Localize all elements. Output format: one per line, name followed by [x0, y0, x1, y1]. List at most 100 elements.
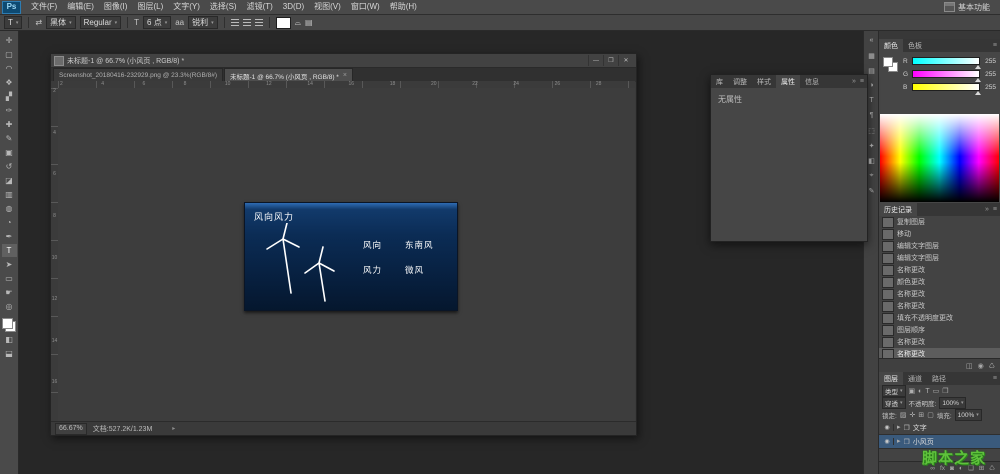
tab-adjustments[interactable]: 调整 [728, 75, 752, 88]
navigator-panel-icon[interactable]: ▦ [866, 50, 878, 61]
zoom-tool[interactable]: ◎ [2, 300, 17, 313]
new-document-from-state-icon[interactable]: ◫ [966, 362, 973, 370]
history-brush-tool[interactable]: ↺ [2, 160, 17, 173]
history-step[interactable]: 名称更改 [879, 288, 1000, 300]
red-slider[interactable] [912, 57, 981, 69]
document-tab-untitled[interactable]: 未标题-1 @ 66.7% (小风页 , RGB/8) * × [224, 68, 353, 82]
tab-paths[interactable]: 路径 [927, 372, 951, 385]
group-caret-icon[interactable]: ▸ [897, 438, 901, 445]
color-spectrum-picker[interactable] [880, 114, 999, 202]
gradient-tool[interactable]: ▥ [2, 188, 17, 201]
warp-text-icon[interactable]: ⌓ [295, 18, 301, 28]
history-step[interactable]: 名称更改 [879, 336, 1000, 348]
type-tool[interactable]: T [1, 244, 17, 257]
history-step[interactable]: 编辑文字图层 [879, 240, 1000, 252]
shape-tool[interactable]: ▭ [2, 272, 17, 285]
slider-thumb[interactable] [975, 78, 981, 82]
brush-tool[interactable]: ✎ [2, 132, 17, 145]
eyedropper-tool[interactable]: ✑ [2, 104, 17, 117]
quick-mask-button[interactable]: ◧ [2, 333, 17, 346]
slider-thumb[interactable] [975, 65, 981, 69]
healing-brush-tool[interactable]: ✚ [2, 118, 17, 131]
menu-file[interactable]: 文件(F) [26, 0, 62, 14]
tool-preset-picker[interactable]: T ▾ [4, 16, 23, 29]
tab-swatches[interactable]: 色板 [903, 39, 927, 52]
tab-layers[interactable]: 图层 [879, 372, 903, 385]
collapse-panel-icon[interactable]: » [852, 78, 856, 85]
expand-dock-icon[interactable]: « [866, 35, 878, 46]
text-orientation-icon[interactable]: ⇄ [35, 18, 42, 27]
restore-button[interactable]: ❐ [603, 55, 618, 66]
tab-channels[interactable]: 通道 [903, 372, 927, 385]
blue-slider[interactable] [912, 83, 981, 95]
weather-card[interactable]: 风向风力 风向 东南风 风力 微风 [244, 202, 458, 311]
fill-select[interactable]: 100% ▾ [954, 409, 982, 421]
quick-selection-tool[interactable]: ❖ [2, 76, 17, 89]
eraser-tool[interactable]: ◪ [2, 174, 17, 187]
font-size-select[interactable]: 6 点 ▾ [143, 16, 172, 29]
history-step[interactable]: 移动 [879, 228, 1000, 240]
tab-color[interactable]: 颜色 [879, 39, 903, 52]
collapse-panel-icon[interactable]: » [985, 206, 989, 213]
layer-name[interactable]: 文字 [913, 423, 927, 433]
toggle-panels-icon[interactable]: ▤ [305, 18, 313, 27]
new-snapshot-icon[interactable]: ◉ [978, 362, 984, 370]
clone-stamp-tool[interactable]: ▣ [2, 146, 17, 159]
text-color-swatch[interactable] [275, 16, 291, 29]
font-style-select[interactable]: Regular ▾ [79, 16, 122, 29]
history-step[interactable]: 名称更改 [879, 264, 1000, 276]
filter-shape-layers-icon[interactable]: ▭ [933, 388, 940, 395]
green-value[interactable]: 255 [983, 71, 996, 78]
layer-row-text-group[interactable]: ◉ ▸ ❐ 文字 [879, 421, 1000, 435]
hand-tool[interactable]: ☛ [2, 286, 17, 299]
layer-filter-select[interactable]: 类型 ▾ [882, 385, 906, 397]
menu-filter[interactable]: 滤镜(T) [242, 0, 278, 14]
close-button[interactable]: ✕ [618, 55, 633, 66]
tab-close-icon[interactable]: × [343, 72, 347, 79]
visibility-eye-icon[interactable]: ◉ [881, 424, 894, 431]
green-slider[interactable] [912, 70, 981, 82]
panel-menu-icon[interactable]: ≡ [993, 206, 997, 213]
menu-layer[interactable]: 图层(L) [132, 0, 168, 14]
foreground-color-swatch[interactable] [883, 57, 893, 67]
menu-view[interactable]: 视图(V) [309, 0, 346, 14]
menu-type[interactable]: 文字(Y) [168, 0, 205, 14]
tab-styles[interactable]: 样式 [752, 75, 776, 88]
filter-smart-objects-icon[interactable]: ❐ [942, 388, 948, 395]
blend-mode-select[interactable]: 穿透 ▾ [882, 397, 906, 409]
pen-tool[interactable]: ✒ [2, 230, 17, 243]
layer-name[interactable]: 小风页 [913, 437, 934, 447]
foreground-color-swatch[interactable] [2, 318, 13, 329]
crop-tool[interactable]: ▞ [2, 90, 17, 103]
opacity-select[interactable]: 100% ▾ [939, 397, 967, 409]
align-center-icon[interactable] [242, 19, 251, 26]
menu-window[interactable]: 窗口(W) [346, 0, 385, 14]
align-right-icon[interactable] [254, 19, 263, 26]
zoom-level-input[interactable]: 66.67% [55, 422, 87, 435]
lock-transparency-icon[interactable]: ▨ [900, 412, 907, 419]
slider-thumb[interactable] [975, 91, 981, 95]
path-selection-tool[interactable]: ➤ [2, 258, 17, 271]
menu-edit[interactable]: 编辑(E) [62, 0, 99, 14]
dodge-tool[interactable]: ◔ [2, 216, 17, 229]
tab-properties[interactable]: 属性 [776, 75, 800, 88]
delete-layer-icon[interactable]: ♺ [989, 464, 995, 472]
blue-value[interactable]: 255 [983, 84, 996, 91]
workspace-switcher[interactable]: 基本功能 [944, 2, 1000, 13]
visibility-eye-icon[interactable]: ◉ [881, 438, 894, 445]
menu-image[interactable]: 图像(I) [99, 0, 133, 14]
lock-position-icon[interactable]: ✛ [909, 412, 915, 419]
anti-alias-select[interactable]: 锐利 ▾ [188, 16, 218, 29]
history-step[interactable]: 编辑文字图层 [879, 252, 1000, 264]
history-step[interactable]: 名称更改 [879, 300, 1000, 312]
history-step[interactable]: 填充不透明度更改 [879, 312, 1000, 324]
move-tool[interactable]: ✛ [2, 34, 17, 47]
app-logo[interactable]: Ps [2, 0, 21, 14]
align-left-icon[interactable] [230, 19, 239, 26]
red-value[interactable]: 255 [983, 58, 996, 65]
menu-3d[interactable]: 3D(D) [278, 0, 309, 14]
panel-menu-icon[interactable]: ≡ [993, 375, 997, 382]
group-caret-icon[interactable]: ▸ [897, 424, 901, 431]
canvas[interactable]: 风向风力 风向 东南风 风力 微风 [58, 88, 635, 421]
lock-artboard-icon[interactable]: ⊞ [918, 412, 924, 419]
